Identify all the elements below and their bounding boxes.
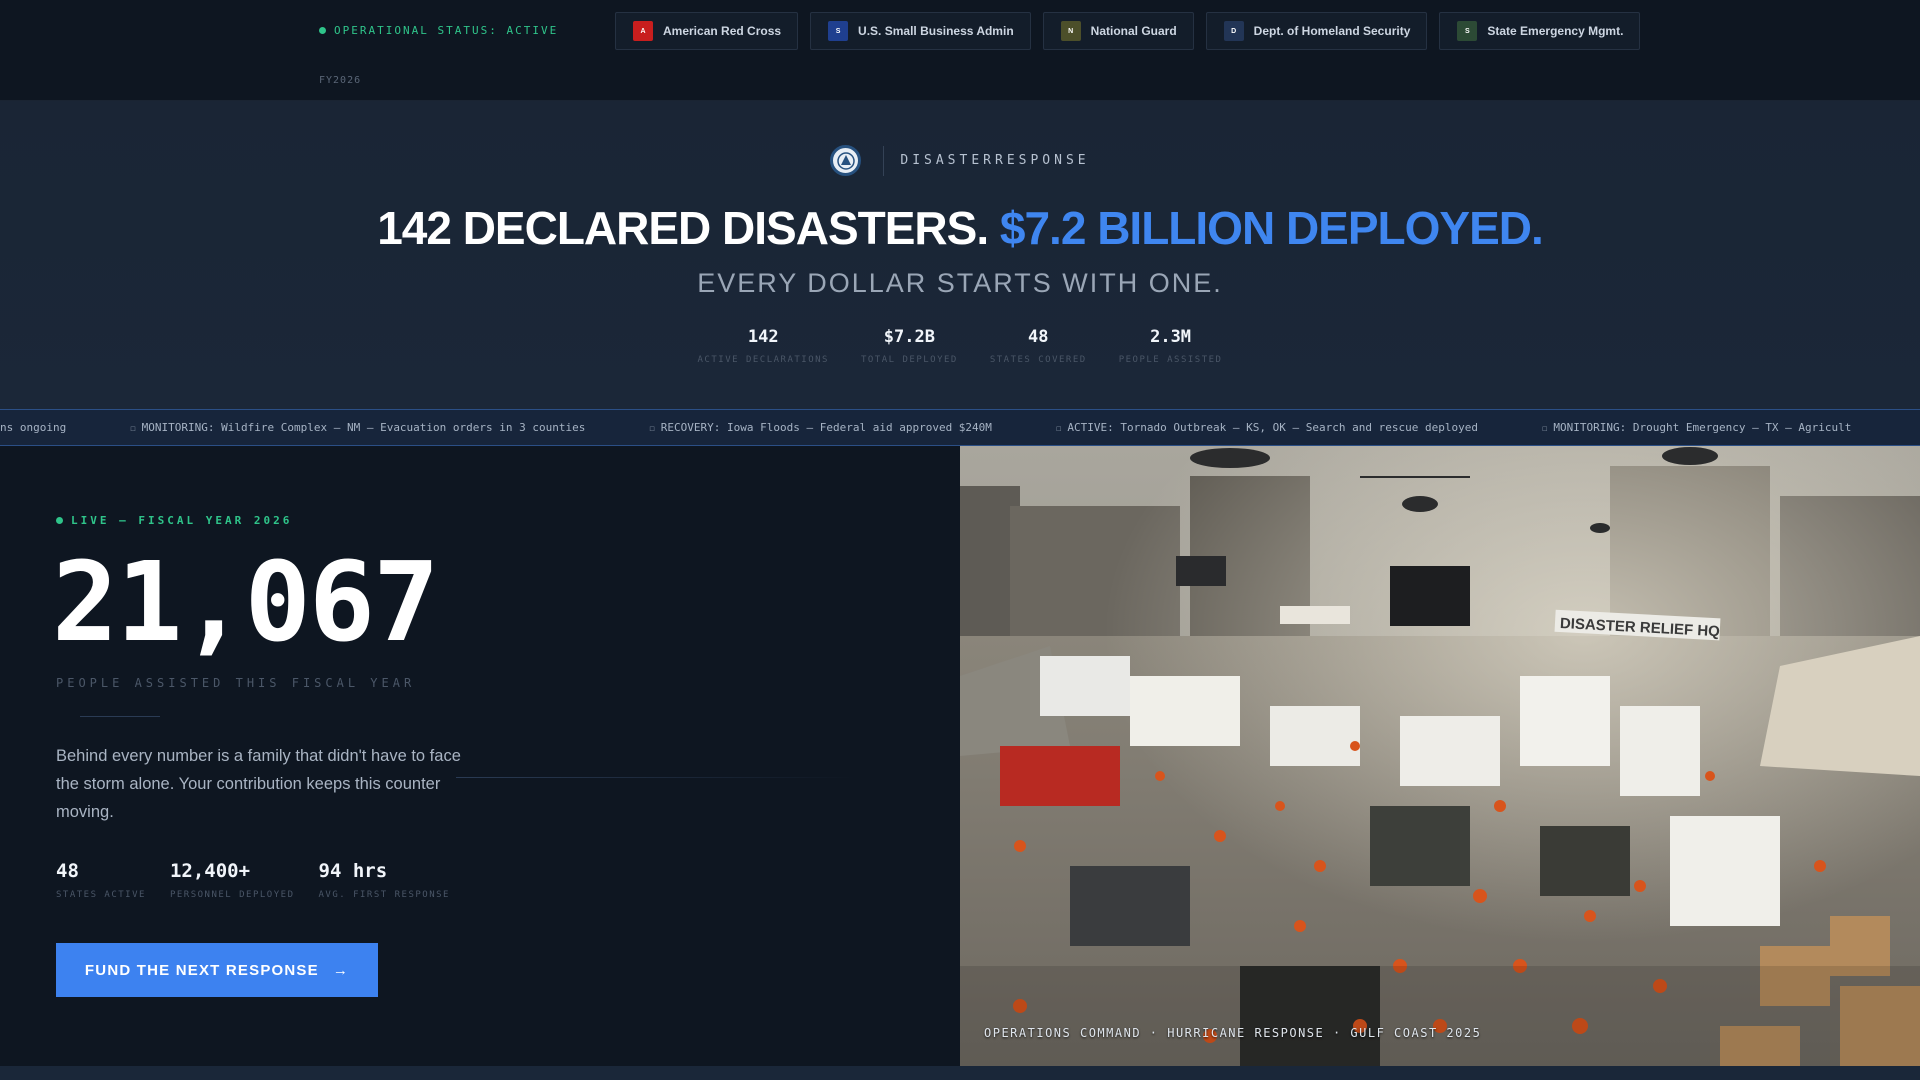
impact-description: Behind every number is a family that did… [56,747,461,821]
people-assisted-counter: 21,067 [52,538,439,666]
operational-status: OPERATIONAL STATUS: ACTIVE [319,24,558,37]
divider [456,777,856,778]
stat-value: 48 [1028,327,1049,347]
ticker-bullet-icon: ◻ [1055,424,1062,434]
sba-badge-icon: S [828,21,849,41]
ticker-text: MONITORING: Drought Emergency — TX — Agr… [1553,421,1852,434]
red-cross-badge-icon: A [633,21,653,41]
partner-state-emergency-mgmt[interactable]: S State Emergency Mgmt. [1439,12,1641,50]
mini-stats: 48 STATES ACTIVE 12,400+ PERSONNEL DEPLO… [56,860,450,900]
ticker-item[interactable]: ◻ MONITORING: Wildfire Complex — NM — Eva… [130,421,585,434]
ticker-text: MONITORING: Wildfire Complex — NM — Evac… [141,421,586,434]
subheadline: EVERY DOLLAR STARTS WITH ONE. [697,268,1223,298]
partner-label: State Emergency Mgmt. [1487,24,1624,38]
fund-next-response-button[interactable]: FUND THE NEXT RESPONSE → [56,943,378,997]
seal-logo-icon [830,145,862,176]
hero-section: DISASTERRESPONSE 142 DECLARED DISASTERS.… [0,101,1920,409]
stat-label: ACTIVE DECLARATIONS [697,355,829,365]
brand: DISASTERRESPONSE [0,145,1920,176]
stat-people-assisted: 2.3M PEOPLE ASSISTED [1119,327,1223,365]
hero-stats: 142 ACTIVE DECLARATIONS $7.2B TOTAL DEPL… [0,327,1920,365]
stat-value: $7.2B [883,327,935,347]
mini-stat-personnel: 12,400+ PERSONNEL DEPLOYED [170,860,295,900]
ticker-bullet-icon: ◻ [649,424,655,434]
top-bar: OPERATIONAL STATUS: ACTIVE FY2026 A Amer… [0,0,1920,101]
stat-value: 142 [747,327,779,347]
headline-deployed: $7.2 BILLION DEPLOYED. [999,202,1544,254]
ticker-item[interactable]: ◻ RECOVERY: Iowa Floods — Federal aid app… [649,421,992,434]
live-indicator: LIVE — FISCAL YEAR 2026 [56,514,292,527]
live-label: LIVE — FISCAL YEAR 2026 [71,514,293,527]
ticker-text: ACTIVE: Tornado Outbreak — KS, OK — Sear… [1067,421,1478,434]
news-ticker: ns ongoing ◻ MONITORING: Wildfire Complex… [0,409,1920,446]
partner-national-guard[interactable]: N National Guard [1042,12,1194,50]
stat-label: PEOPLE ASSISTED [1118,355,1223,365]
divider [80,716,160,717]
brand-name: DISASTERRESPONSE [900,153,1090,168]
live-dot-icon [56,517,63,524]
ticker-item[interactable]: ns ongoing [0,421,66,434]
mini-stat-first-response: 94 hrs AVG. FIRST RESPONSE [319,860,450,900]
ticker-text: ns ongoing [0,421,67,434]
partner-label: National Guard [1090,24,1177,38]
mini-stat-value: 94 hrs [318,860,388,882]
partner-label: American Red Cross [663,24,782,38]
mini-stat-label: STATES ACTIVE [56,890,146,900]
impact-panel: LIVE — FISCAL YEAR 2026 21,067 PEOPLE AS… [0,446,960,1066]
mini-stat-value: 48 [56,860,79,882]
operations-photo: DISASTER RELIEF HQ OPERATIONS COMMAND · … [960,446,1920,1066]
page-title: 142 DECLARED DISASTERS. $7.2 BILLION DEP… [0,201,1920,255]
stat-value: 2.3M [1150,327,1192,347]
mini-stat-label: AVG. FIRST RESPONSE [318,890,450,900]
stat-label: STATES COVERED [989,355,1087,365]
headline-disasters: 142 DECLARED DISASTERS. [377,202,989,254]
mini-stat-value: 12,400+ [169,860,251,882]
ticker-item[interactable]: ◻ ACTIVE: Tornado Outbreak — KS, OK — Sea… [1056,421,1478,434]
mini-stat-states-active: 48 STATES ACTIVE [56,860,146,900]
stat-active-declarations: 142 ACTIVE DECLARATIONS [698,327,829,365]
brand-divider [883,145,885,176]
partner-small-business-admin[interactable]: S U.S. Small Business Admin [810,12,1031,50]
ticker-text: RECOVERY: Iowa Floods — Federal aid appr… [660,421,992,434]
partner-list: A American Red Cross S U.S. Small Busine… [615,12,1641,50]
counter-label: PEOPLE ASSISTED THIS FISCAL YEAR [56,676,416,690]
partner-homeland-security[interactable]: D Dept. of Homeland Security [1205,12,1428,50]
fiscal-year-label: FY2026 [319,75,362,86]
bottom-strip [0,1066,1920,1080]
national-guard-badge-icon: N [1060,21,1081,41]
operations-scene-image: DISASTER RELIEF HQ [960,446,1920,1066]
partner-american-red-cross[interactable]: A American Red Cross [615,12,799,50]
cta-label: FUND THE NEXT RESPONSE [84,961,319,979]
dhs-badge-icon: D [1223,21,1244,41]
state-emergency-badge-icon: S [1457,21,1478,41]
stat-total-deployed: $7.2B TOTAL DEPLOYED [861,327,958,365]
ticker-track: ns ongoing ◻ MONITORING: Wildfire Complex… [0,421,1851,434]
partner-label: U.S. Small Business Admin [858,24,1014,38]
ticker-bullet-icon: ◻ [130,424,136,434]
ticker-bullet-icon: ◻ [1541,424,1548,434]
stat-label: TOTAL DEPLOYED [860,355,958,365]
arrow-right-icon: → [332,961,350,979]
mini-stat-label: PERSONNEL DEPLOYED [169,890,295,900]
ticker-item[interactable]: ◻ MONITORING: Drought Emergency — TX — Ag… [1542,421,1851,434]
partner-label: Dept. of Homeland Security [1253,24,1411,38]
stat-states-covered: 48 STATES COVERED [990,327,1087,365]
status-dot-icon [319,27,326,34]
status-text: OPERATIONAL STATUS: ACTIVE [334,24,559,37]
photo-caption: OPERATIONS COMMAND · HURRICANE RESPONSE … [984,1026,1482,1040]
